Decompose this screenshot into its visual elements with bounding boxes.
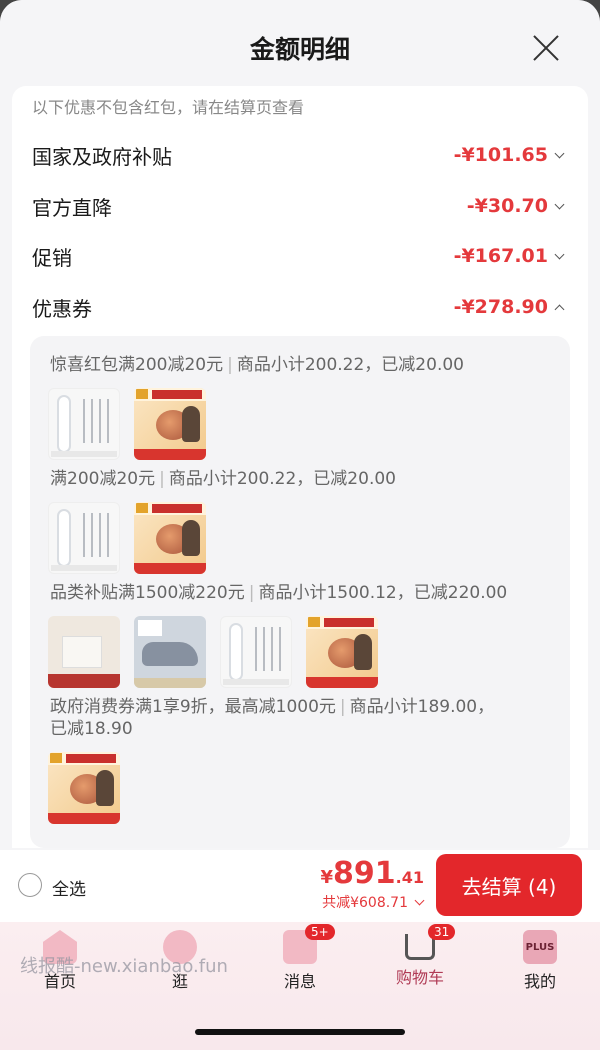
chevron-down-icon	[414, 896, 426, 908]
sheet-header: 金额明细	[0, 0, 600, 90]
tab-messages[interactable]: 5+ 消息	[260, 924, 340, 992]
chevron-down-icon	[554, 250, 566, 262]
coupon-line-continued: 已减18.90	[50, 719, 133, 739]
coupon-products	[48, 752, 120, 824]
product-thumb-heater[interactable]	[134, 388, 206, 460]
total-saved[interactable]: 共减¥608.71	[322, 892, 426, 912]
product-thumb-furniture[interactable]	[48, 616, 120, 688]
product-thumb-ear-pick[interactable]	[48, 502, 120, 574]
row-promotion[interactable]: 促销 -¥167.01	[32, 241, 566, 271]
row-amount: -¥167.01	[454, 245, 566, 267]
product-thumb-heater[interactable]	[48, 752, 120, 824]
cart-badge: 31	[428, 924, 456, 940]
coupon-line: 政府消费券满1享9折，最高减1000元 | 商品小计189.00，	[50, 697, 495, 717]
checkout-button[interactable]: 去结算 (4)	[436, 854, 582, 916]
amount-detail-sheet: 金额明细 以下优惠不包含红包，请在结算页查看 国家及政府补贴 -¥101.65 …	[0, 0, 600, 1050]
tab-label: 消息	[283, 972, 316, 991]
checkout-bar: 全选 ¥891.41 共减¥608.71 去结算 (4)	[0, 850, 600, 922]
row-amount: -¥278.90	[454, 296, 566, 318]
home-indicator	[195, 1029, 405, 1035]
discount-note: 以下优惠不包含红包，请在结算页查看	[32, 98, 305, 117]
row-official-discount[interactable]: 官方直降 -¥30.70	[32, 191, 566, 221]
product-thumb-shoes[interactable]	[134, 616, 206, 688]
coupon-products	[48, 502, 206, 574]
discount-card: 以下优惠不包含红包，请在结算页查看 国家及政府补贴 -¥101.65 官方直降 …	[12, 86, 588, 848]
message-icon: 5+	[283, 924, 335, 964]
plus-icon: PLUS	[523, 930, 557, 964]
row-government-subsidy[interactable]: 国家及政府补贴 -¥101.65	[32, 140, 566, 170]
coupon-products	[48, 616, 378, 688]
coupon-line: 品类补贴满1500减220元 | 商品小计1500.12，已减220.00	[50, 583, 508, 603]
select-all-radio[interactable]	[18, 873, 42, 897]
row-amount: -¥101.65	[454, 144, 566, 166]
coupon-line: 惊喜红包满200减20元 | 商品小计200.22，已减20.00	[50, 355, 464, 375]
tab-cart[interactable]: 31 购物车	[380, 924, 460, 988]
row-label: 官方直降	[32, 195, 112, 220]
product-thumb-heater[interactable]	[306, 616, 378, 688]
chevron-up-icon	[554, 301, 566, 313]
total-price: ¥891.41	[320, 856, 425, 891]
chevron-down-icon	[554, 149, 566, 161]
tab-label: 购物车	[395, 968, 444, 987]
product-thumb-heater[interactable]	[134, 502, 206, 574]
watermark: 线报酷-new.xianbao.fun	[20, 956, 228, 977]
cart-icon: 31	[405, 924, 456, 960]
tab-mine[interactable]: PLUS 我的	[500, 930, 580, 992]
close-icon[interactable]	[532, 34, 560, 62]
row-label: 优惠券	[32, 296, 92, 321]
coupon-line: 满200减20元 | 商品小计200.22，已减20.00	[50, 469, 396, 489]
row-coupon[interactable]: 优惠券 -¥278.90	[32, 292, 566, 322]
select-all-label[interactable]: 全选	[52, 875, 86, 900]
coupon-products	[48, 388, 206, 460]
sheet-body: 金额明细 以下优惠不包含红包，请在结算页查看 国家及政府补贴 -¥101.65 …	[0, 0, 600, 850]
row-amount: -¥30.70	[467, 195, 566, 217]
coupon-list: 惊喜红包满200减20元 | 商品小计200.22，已减20.00 满200减20元…	[30, 336, 570, 848]
chevron-down-icon	[554, 200, 566, 212]
page-title: 金额明细	[249, 35, 350, 64]
product-thumb-ear-pick[interactable]	[220, 616, 292, 688]
product-thumb-ear-pick[interactable]	[48, 388, 120, 460]
message-badge: 5+	[305, 924, 335, 940]
row-label: 国家及政府补贴	[32, 144, 172, 169]
tab-label: 我的	[523, 972, 556, 991]
row-label: 促销	[32, 245, 72, 270]
